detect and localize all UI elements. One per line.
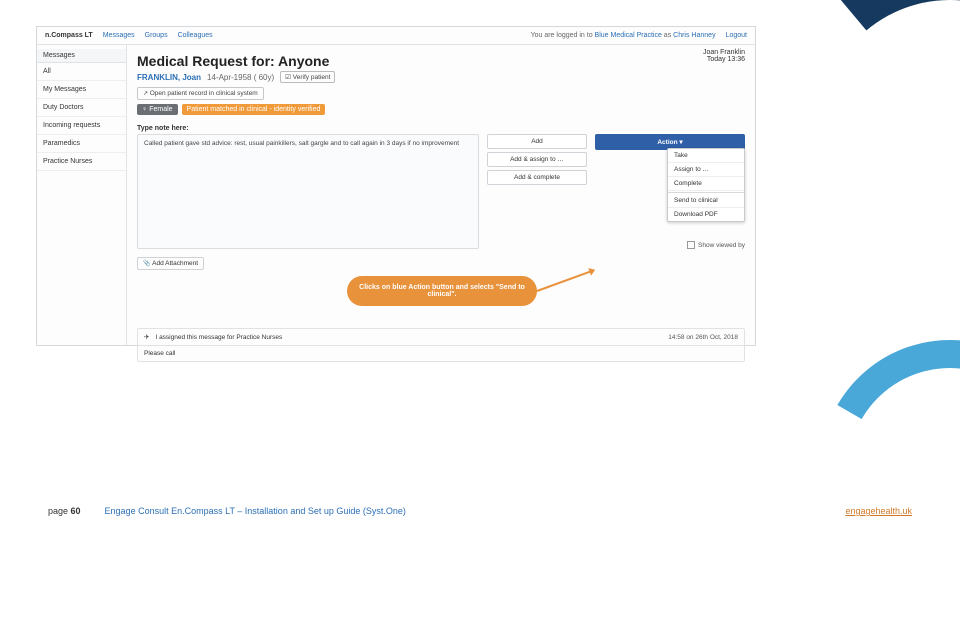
main-panel: Joan Franklin Today 13:36 Medical Reques… — [127, 45, 755, 345]
slide-footer: page 60 Engage Consult En.Compass LT – I… — [0, 506, 960, 516]
match-badge: Patient matched in clinical - identity v… — [182, 104, 326, 115]
top-nav: n.Compass LT Messages Groups Colleagues … — [37, 27, 755, 45]
sidebar: Messages All My Messages Duty Doctors In… — [37, 45, 127, 345]
brand: n.Compass LT — [45, 32, 93, 39]
sidebar-item-paramedics[interactable]: Paramedics — [37, 135, 126, 153]
sidebar-item-practicenurses[interactable]: Practice Nurses — [37, 153, 126, 171]
menu-download-pdf[interactable]: Download PDF — [668, 208, 744, 221]
add-complete-button[interactable]: Add & complete — [487, 170, 587, 185]
sidebar-item-dutydoctors[interactable]: Duty Doctors — [37, 99, 126, 117]
add-assign-button[interactable]: Add & assign to … — [487, 152, 587, 167]
nav-colleagues[interactable]: Colleagues — [178, 32, 213, 39]
login-status: You are logged in to Blue Medical Practi… — [531, 32, 716, 39]
send-icon: ✈ — [144, 333, 149, 341]
show-viewed-checkbox[interactable] — [687, 241, 695, 249]
sidebar-item-incoming[interactable]: Incoming requests — [37, 117, 126, 135]
log-text: I assigned this message for Practice Nur… — [155, 334, 282, 341]
note-label: Type note here: — [137, 125, 745, 132]
site-link[interactable]: engagehealth.uk — [845, 506, 912, 516]
show-viewed-label: Show viewed by — [698, 242, 745, 249]
user-link[interactable]: Chris Hanney — [673, 32, 715, 39]
nav-messages[interactable]: Messages — [103, 32, 135, 39]
action-menu: Take Assign to … Complete Send to clinic… — [667, 148, 745, 222]
sex-badge: ♀ Female — [137, 104, 178, 115]
callout-bubble: Clicks on blue Action button and selects… — [347, 276, 537, 306]
sidebar-header: Messages — [37, 49, 126, 63]
logout-link[interactable]: Logout — [726, 32, 747, 39]
callout-arrow — [537, 270, 594, 292]
corner-time: Today 13:36 — [703, 56, 745, 63]
patient-subline: FRANKLIN, Joan 14-Apr-1958 ( 60y) ☑ Veri… — [137, 71, 745, 83]
add-button[interactable]: Add — [487, 134, 587, 149]
page-number: page 60 — [48, 506, 81, 516]
log-timestamp: 14:58 on 26th Oct, 2018 — [668, 334, 738, 341]
page-title: Medical Request for: Anyone — [137, 53, 745, 69]
decor-arc-light — [791, 311, 960, 629]
note-input[interactable]: Called patient gave std advice: rest, us… — [137, 134, 479, 249]
corner-name: Joan Franklin — [703, 49, 745, 56]
activity-log-row[interactable]: ✈ I assigned this message for Practice N… — [137, 328, 745, 346]
menu-assign[interactable]: Assign to … — [668, 163, 744, 177]
sidebar-item-all[interactable]: All — [37, 63, 126, 81]
corner-info: Joan Franklin Today 13:36 — [703, 49, 745, 63]
patient-name[interactable]: FRANKLIN, Joan — [137, 73, 201, 82]
menu-take[interactable]: Take — [668, 149, 744, 163]
verify-patient-button[interactable]: ☑ Verify patient — [280, 71, 335, 83]
open-record-button[interactable]: Open patient record in clinical system — [137, 87, 264, 100]
nav-groups[interactable]: Groups — [145, 32, 168, 39]
menu-send-clinical[interactable]: Send to clinical — [668, 194, 744, 208]
patient-dob: 14-Apr-1958 ( 60y) — [207, 73, 274, 82]
app-screenshot: n.Compass LT Messages Groups Colleagues … — [36, 26, 756, 346]
practice-link[interactable]: Blue Medical Practice — [595, 32, 662, 39]
doc-title: Engage Consult En.Compass LT – Installat… — [105, 506, 406, 516]
add-attachment-button[interactable]: Add Attachment — [137, 257, 204, 270]
sidebar-item-mymessages[interactable]: My Messages — [37, 81, 126, 99]
decor-arc-dark — [766, 0, 960, 314]
log-subtext: Please call — [137, 346, 745, 362]
menu-complete[interactable]: Complete — [668, 177, 744, 191]
